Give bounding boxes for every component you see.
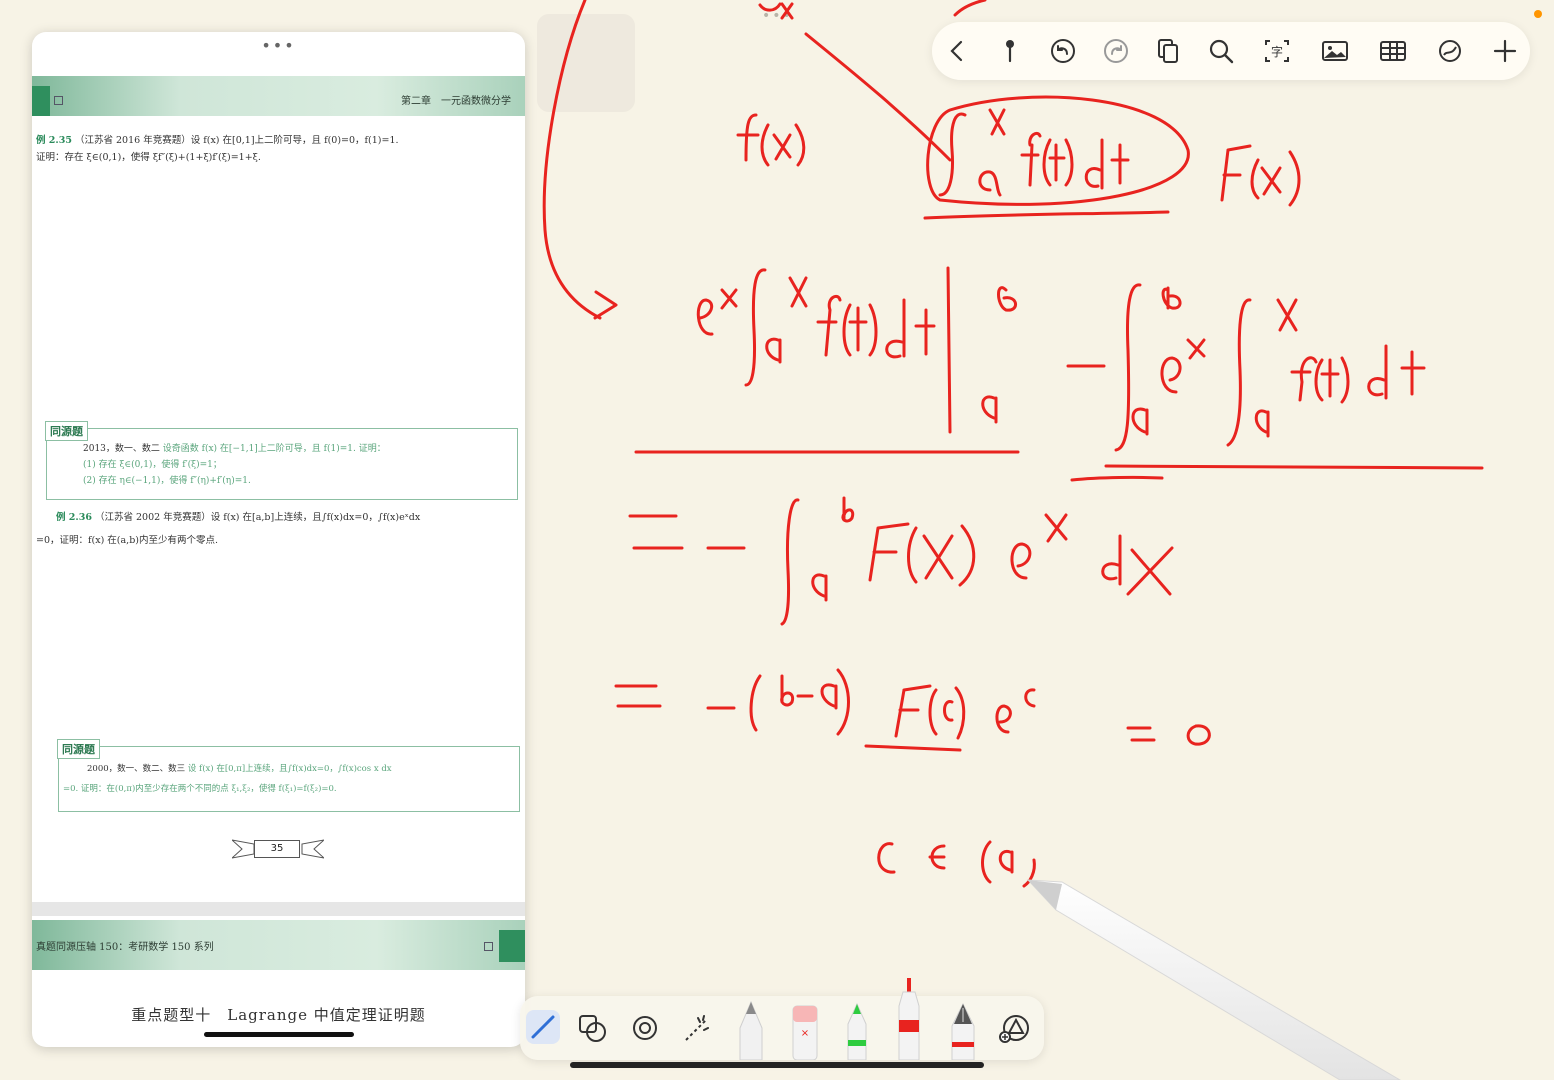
lasso-tool[interactable]	[574, 1008, 612, 1048]
pencil-tool[interactable]	[734, 998, 768, 1060]
pen-icon	[526, 1010, 560, 1044]
text-recognition-icon: 字	[1265, 40, 1289, 62]
pencil-icon	[739, 1000, 763, 1060]
svg-text:字: 字	[1271, 44, 1283, 59]
fountain-pen-tool[interactable]	[946, 1000, 980, 1060]
add-icon	[1493, 39, 1517, 63]
stylus-pencil-icon	[1026, 879, 1401, 1080]
pages-icon	[1158, 39, 1178, 63]
zoom-lens-icon	[633, 1016, 657, 1040]
highlighter-icon	[847, 1002, 867, 1060]
top-toolbar: 字	[932, 22, 1530, 80]
pin-icon	[1006, 40, 1014, 63]
svg-text:×: ×	[801, 1028, 809, 1039]
shape-tool-button[interactable]	[1430, 31, 1470, 71]
undo-icon	[1051, 39, 1075, 63]
table-icon	[1380, 41, 1406, 61]
search-button[interactable]	[1201, 31, 1241, 71]
undo-button[interactable]	[1043, 31, 1083, 71]
redo-button[interactable]	[1096, 31, 1136, 71]
pages-button[interactable]	[1148, 31, 1188, 71]
shape-tool-icon	[1439, 40, 1461, 62]
pin-button[interactable]	[990, 31, 1030, 71]
shapes-icon	[999, 1015, 1029, 1043]
lasso-icon	[579, 1015, 606, 1042]
pen-tool[interactable]	[524, 1006, 562, 1050]
home-indicator[interactable]	[570, 1062, 984, 1068]
laser-pointer-tool[interactable]	[678, 1008, 716, 1048]
eraser-icon: ×	[792, 1005, 818, 1060]
add-button[interactable]	[1485, 31, 1525, 71]
redo-icon	[1104, 39, 1128, 63]
search-icon	[1209, 39, 1234, 64]
highlighter-tool[interactable]	[840, 1000, 874, 1060]
back-icon	[950, 40, 963, 62]
insert-table-button[interactable]	[1373, 31, 1413, 71]
zoom-lens-tool[interactable]	[626, 1008, 664, 1048]
image-icon	[1322, 41, 1348, 61]
eraser-tool[interactable]: ×	[788, 1002, 822, 1060]
drawing-tool-dock: ×	[520, 978, 1044, 1060]
insert-image-button[interactable]	[1315, 31, 1355, 71]
text-recognition-button[interactable]: 字	[1257, 31, 1297, 71]
fountain-pen-icon	[951, 1002, 975, 1060]
marker-icon	[898, 978, 920, 1060]
back-button[interactable]	[938, 31, 978, 71]
laser-icon	[685, 1015, 709, 1041]
shapes-tool[interactable]	[996, 1008, 1034, 1048]
marker-tool[interactable]	[892, 976, 926, 1060]
